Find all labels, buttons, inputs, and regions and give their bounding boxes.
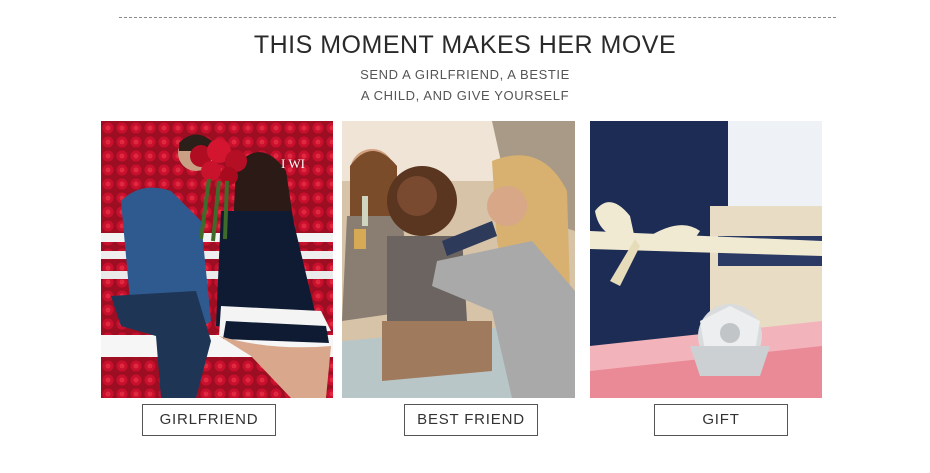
couple-with-roses-image: I WI [101, 121, 333, 398]
girlfriend-photo[interactable]: I WI [101, 121, 333, 398]
section-subtitle-line1: SEND A GIRLFRIEND, A BESTIE [360, 67, 570, 82]
section-title: THIS MOMENT MAKES HER MOVE [253, 31, 677, 59]
girlfriend-button[interactable]: GIRLFRIEND [142, 404, 276, 436]
image-overlay-text: I WI [281, 156, 305, 171]
best-friend-photo[interactable] [342, 121, 575, 398]
gift-button[interactable]: GIFT [654, 404, 788, 436]
gift-photo[interactable] [590, 121, 822, 398]
gift-boxes-image [590, 121, 822, 398]
dashed-divider [119, 17, 836, 18]
section-subtitle-line2: A CHILD, AND GIVE YOURSELF [360, 88, 570, 103]
best-friend-button[interactable]: BEST FRIEND [404, 404, 538, 436]
friends-toasting-image [342, 121, 575, 398]
